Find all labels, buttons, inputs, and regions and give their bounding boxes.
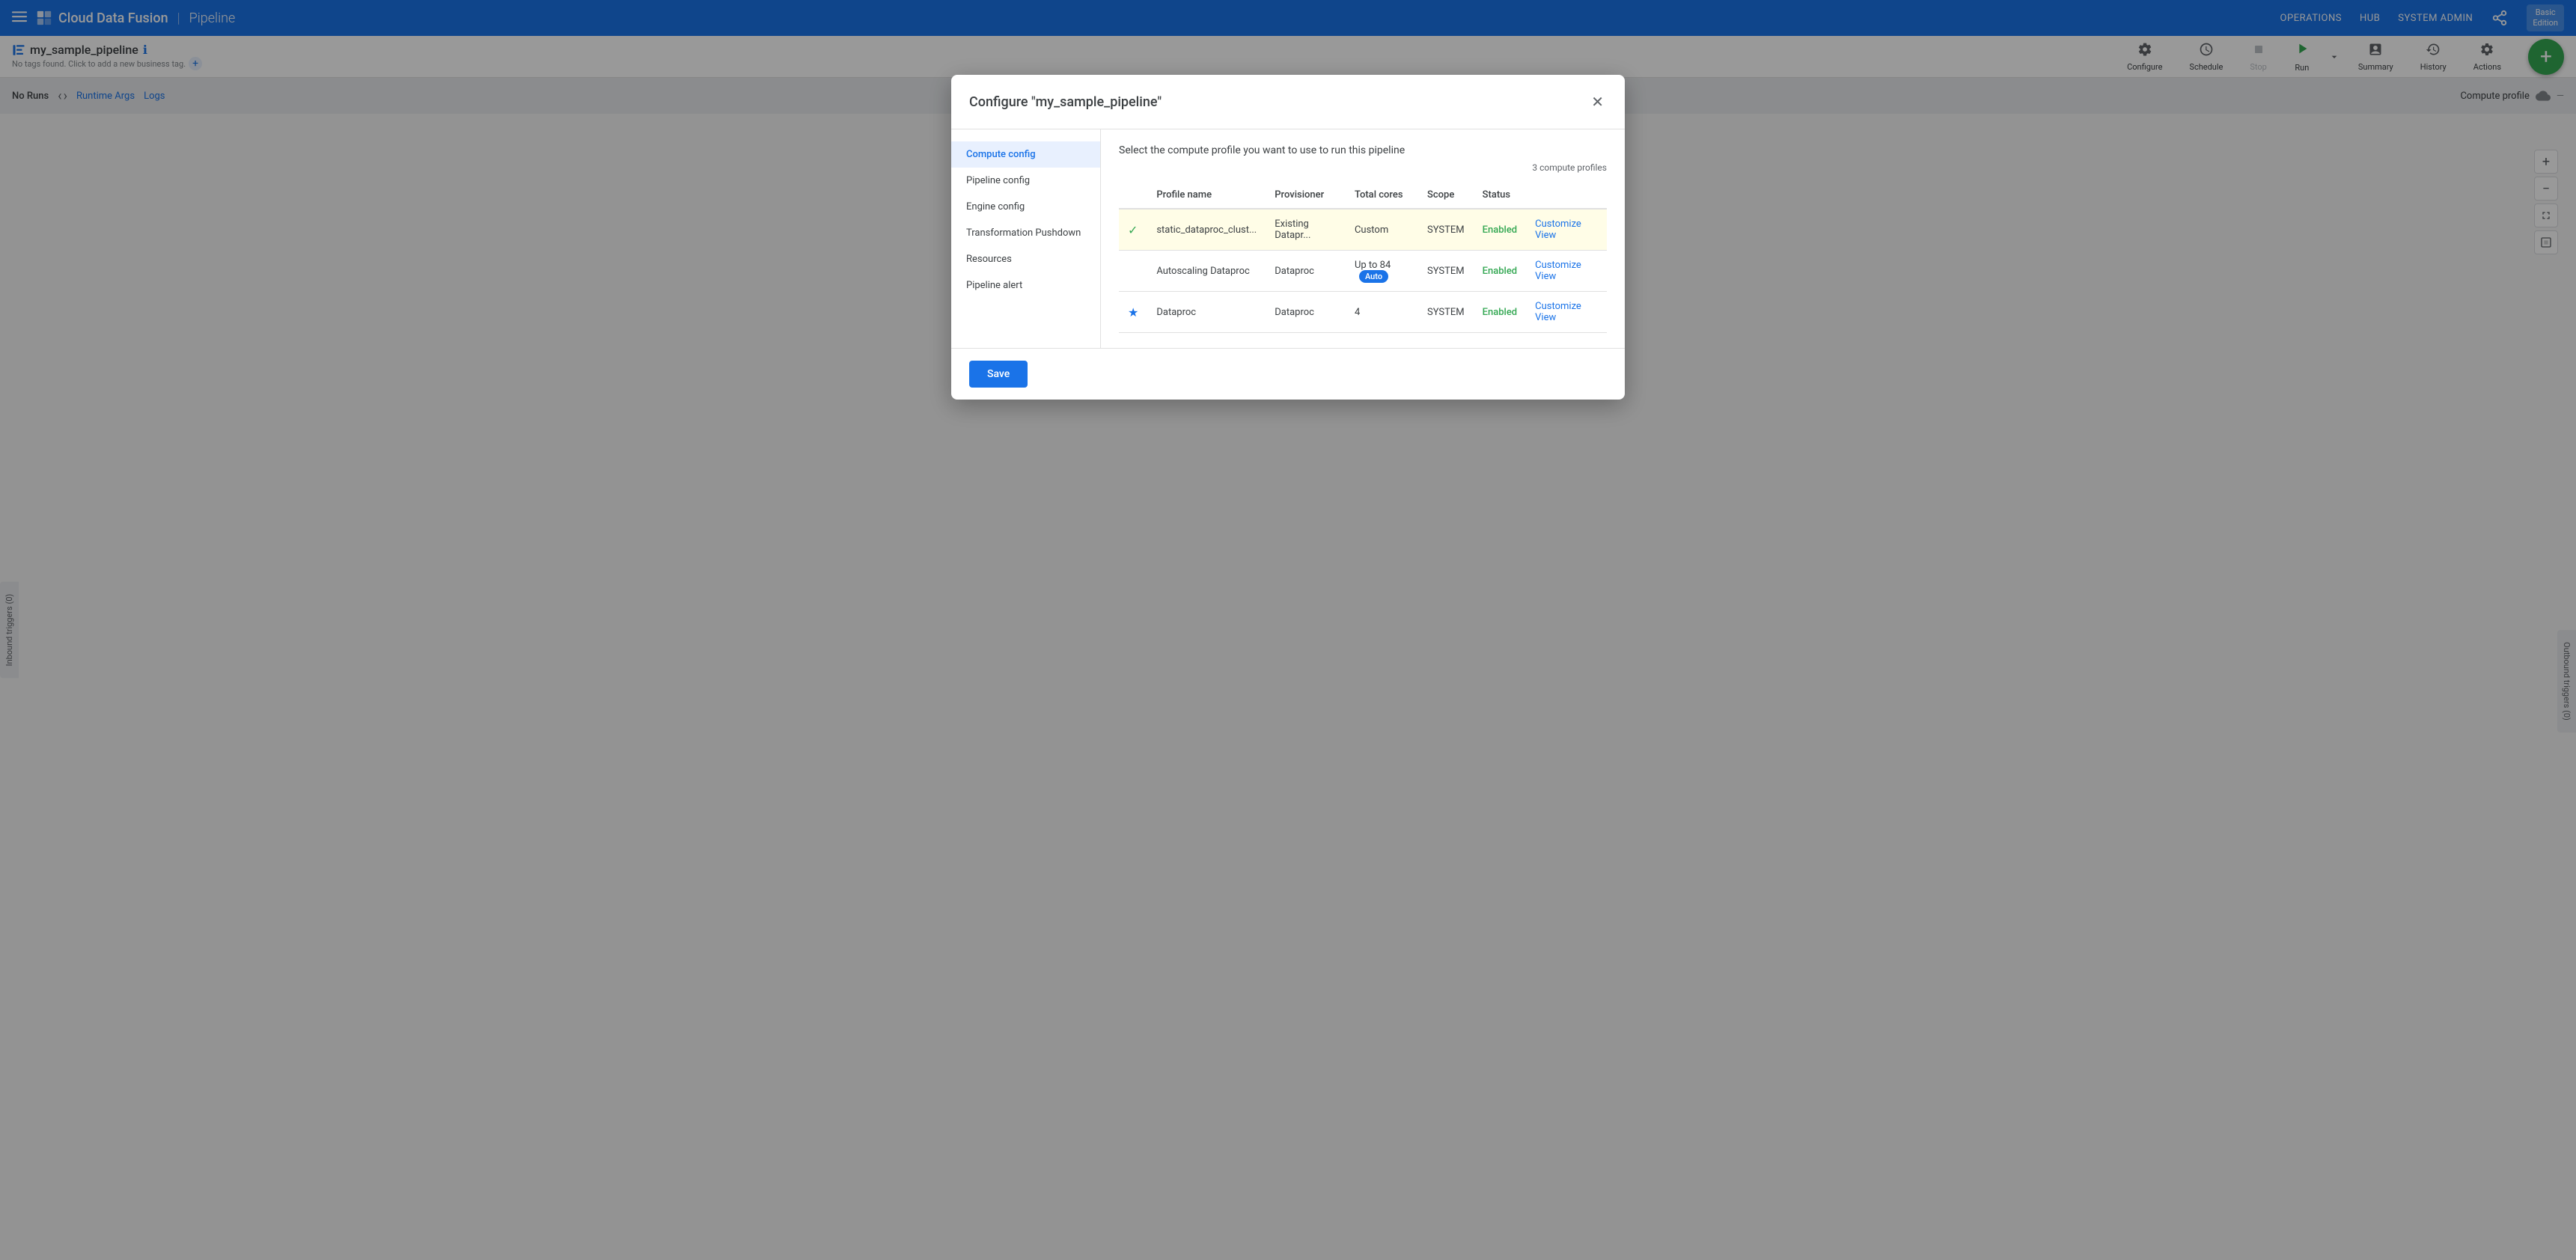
compute-config-description: Select the compute profile you want to u… <box>1119 144 1607 156</box>
profile-row-static[interactable]: ✓ static_dataproc_clust... Existing Data… <box>1119 209 1607 251</box>
modal-header: Configure "my_sample_pipeline" ✕ <box>951 75 1625 129</box>
profile-indicator-1: ✓ <box>1119 209 1147 251</box>
modal-overlay: Configure "my_sample_pipeline" ✕ Compute… <box>0 0 2576 1260</box>
profile-provisioner-2: Dataproc <box>1266 251 1346 292</box>
customize-link-2[interactable]: Customize <box>1535 260 1581 271</box>
auto-badge: Auto <box>1359 270 1388 283</box>
profile-cores-1: Custom <box>1346 209 1418 251</box>
configure-modal: Configure "my_sample_pipeline" ✕ Compute… <box>951 75 1625 400</box>
profile-status-3: Enabled <box>1474 292 1527 333</box>
profile-scope-1: SYSTEM <box>1418 209 1474 251</box>
profile-indicator-3: ★ <box>1119 292 1147 333</box>
col-total-cores: Total cores <box>1346 182 1418 209</box>
view-link-2[interactable]: View <box>1535 271 1556 282</box>
sidebar-item-engine-config[interactable]: Engine config <box>951 194 1100 220</box>
sidebar-item-transformation-pushdown[interactable]: Transformation Pushdown <box>951 220 1100 246</box>
profile-row-dataproc[interactable]: ★ Dataproc Dataproc 4 SYSTEM Enabled Cus… <box>1119 292 1607 333</box>
profile-actions-3: Customize View <box>1526 292 1607 333</box>
table-header-row: Profile name Provisioner Total cores Sco… <box>1119 182 1607 209</box>
profile-name-2: Autoscaling Dataproc <box>1147 251 1266 292</box>
profile-provisioner-3: Dataproc <box>1266 292 1346 333</box>
profile-cores-2: Up to 84 Auto <box>1346 251 1418 292</box>
modal-title: Configure "my_sample_pipeline" <box>969 94 1162 110</box>
profile-scope-2: SYSTEM <box>1418 251 1474 292</box>
profile-indicator-2 <box>1119 251 1147 292</box>
profile-status-2: Enabled <box>1474 251 1527 292</box>
modal-sidebar: Compute config Pipeline config Engine co… <box>951 129 1101 348</box>
customize-link-1[interactable]: Customize <box>1535 218 1581 230</box>
modal-close-button[interactable]: ✕ <box>1588 90 1607 114</box>
modal-footer: Save <box>951 348 1625 400</box>
sidebar-item-pipeline-alert[interactable]: Pipeline alert <box>951 272 1100 299</box>
profile-cores-3: 4 <box>1346 292 1418 333</box>
profile-name-3: Dataproc <box>1147 292 1266 333</box>
modal-main-content: Select the compute profile you want to u… <box>1101 129 1625 348</box>
profile-actions-2: Customize View <box>1526 251 1607 292</box>
save-button[interactable]: Save <box>969 361 1028 388</box>
col-actions <box>1526 182 1607 209</box>
customize-link-3[interactable]: Customize <box>1535 301 1581 312</box>
sidebar-item-resources[interactable]: Resources <box>951 246 1100 272</box>
sidebar-item-compute-config[interactable]: Compute config <box>951 141 1100 168</box>
check-icon: ✓ <box>1128 223 1138 237</box>
view-link-3[interactable]: View <box>1535 312 1556 323</box>
profile-row-autoscaling[interactable]: Autoscaling Dataproc Dataproc Up to 84 A… <box>1119 251 1607 292</box>
compute-profiles-table: Profile name Provisioner Total cores Sco… <box>1119 182 1607 333</box>
star-icon: ★ <box>1128 305 1138 319</box>
col-profile-name: Profile name <box>1147 182 1266 209</box>
profile-status-1: Enabled <box>1474 209 1527 251</box>
view-link-1[interactable]: View <box>1535 230 1556 241</box>
profile-actions-1: Customize View <box>1526 209 1607 251</box>
modal-body: Compute config Pipeline config Engine co… <box>951 129 1625 348</box>
sidebar-item-pipeline-config[interactable]: Pipeline config <box>951 168 1100 194</box>
col-indicator <box>1119 182 1147 209</box>
profile-count: 3 compute profiles <box>1119 162 1607 173</box>
col-status: Status <box>1474 182 1527 209</box>
profile-provisioner-1: Existing Datapr... <box>1266 209 1346 251</box>
col-scope: Scope <box>1418 182 1474 209</box>
profile-scope-3: SYSTEM <box>1418 292 1474 333</box>
col-provisioner: Provisioner <box>1266 182 1346 209</box>
profile-name-1: static_dataproc_clust... <box>1147 209 1266 251</box>
